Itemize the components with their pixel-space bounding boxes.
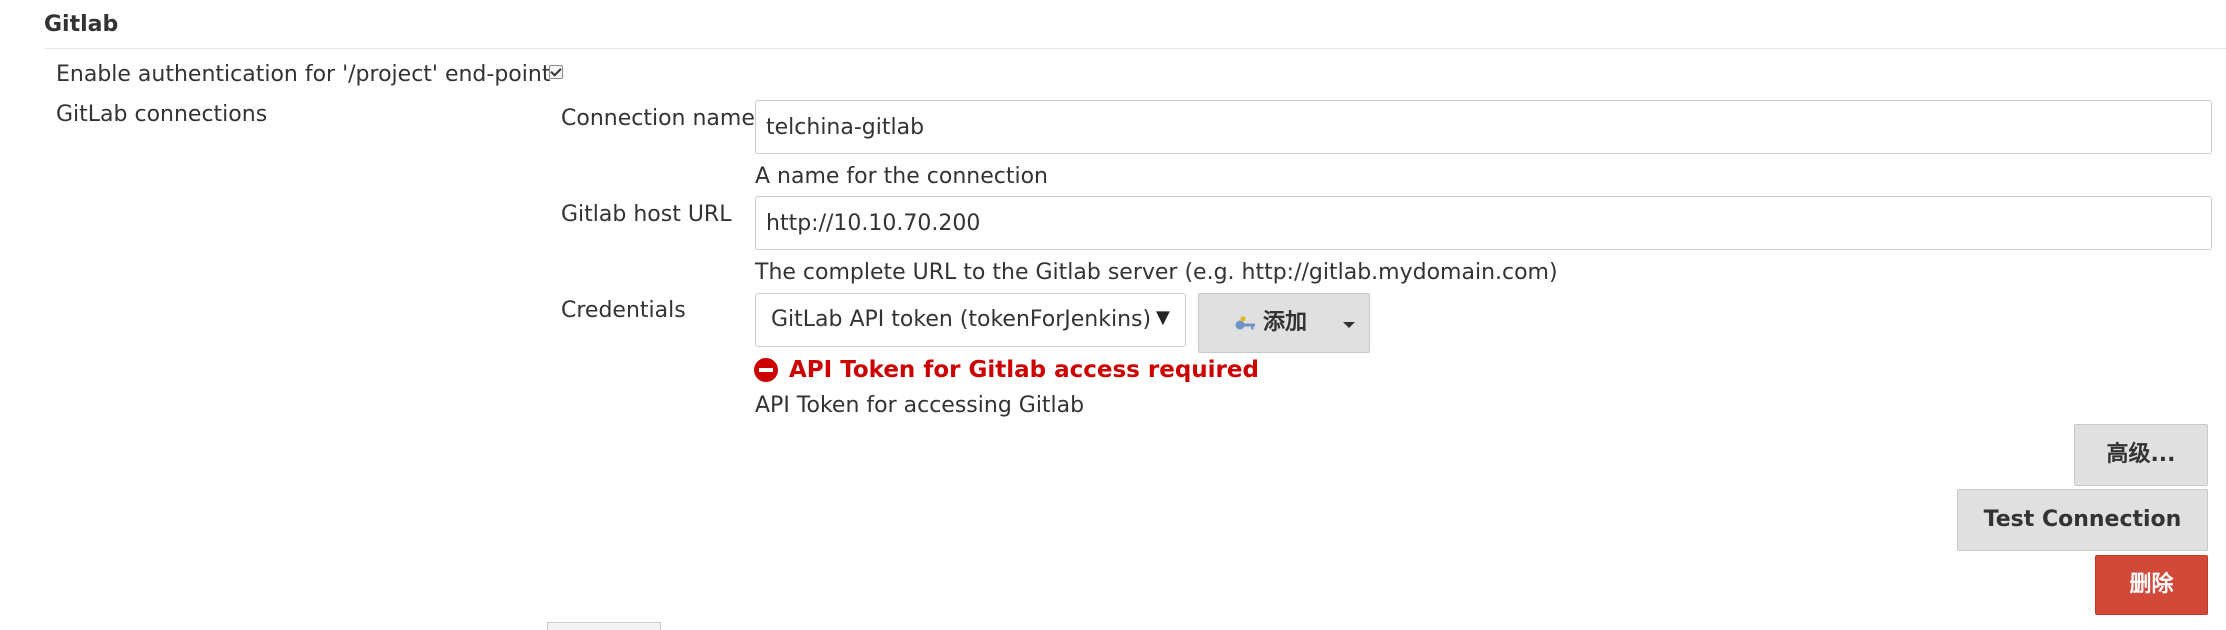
section-divider <box>44 48 2226 49</box>
caret-down-icon <box>1343 322 1355 328</box>
dropdown-arrow-icon: ▼ <box>1156 307 1170 328</box>
error-circle-icon <box>754 358 778 382</box>
delete-button[interactable]: 删除 <box>2095 555 2208 615</box>
auth-checkbox[interactable] <box>549 65 563 79</box>
connection-name-input[interactable] <box>755 100 2212 154</box>
connection-name-help: A name for the connection <box>755 164 1048 189</box>
credentials-selected-value: GitLab API token (tokenForJenkins) <box>771 307 1152 332</box>
connection-name-label: Connection name <box>561 106 755 131</box>
host-url-label: Gitlab host URL <box>561 202 732 227</box>
add-credentials-button[interactable]: 添加 <box>1198 293 1370 353</box>
credentials-select[interactable]: GitLab API token (tokenForJenkins) ▼ <box>755 293 1186 347</box>
connections-label: GitLab connections <box>56 102 268 127</box>
host-url-input[interactable] <box>755 196 2212 250</box>
advanced-button[interactable]: 高级... <box>2074 424 2208 486</box>
auth-label: Enable authentication for '/project' end… <box>56 62 551 87</box>
add-connection-button[interactable] <box>547 622 661 630</box>
credentials-error-message: API Token for Gitlab access required <box>789 357 1259 383</box>
credentials-label: Credentials <box>561 298 686 323</box>
key-icon <box>1235 316 1255 330</box>
test-connection-button[interactable]: Test Connection <box>1957 489 2208 551</box>
add-button-label: 添加 <box>1263 310 1308 335</box>
section-title: Gitlab <box>44 12 119 37</box>
host-url-help: The complete URL to the Gitlab server (e… <box>755 260 1558 285</box>
credentials-help: API Token for accessing Gitlab <box>755 393 1085 418</box>
